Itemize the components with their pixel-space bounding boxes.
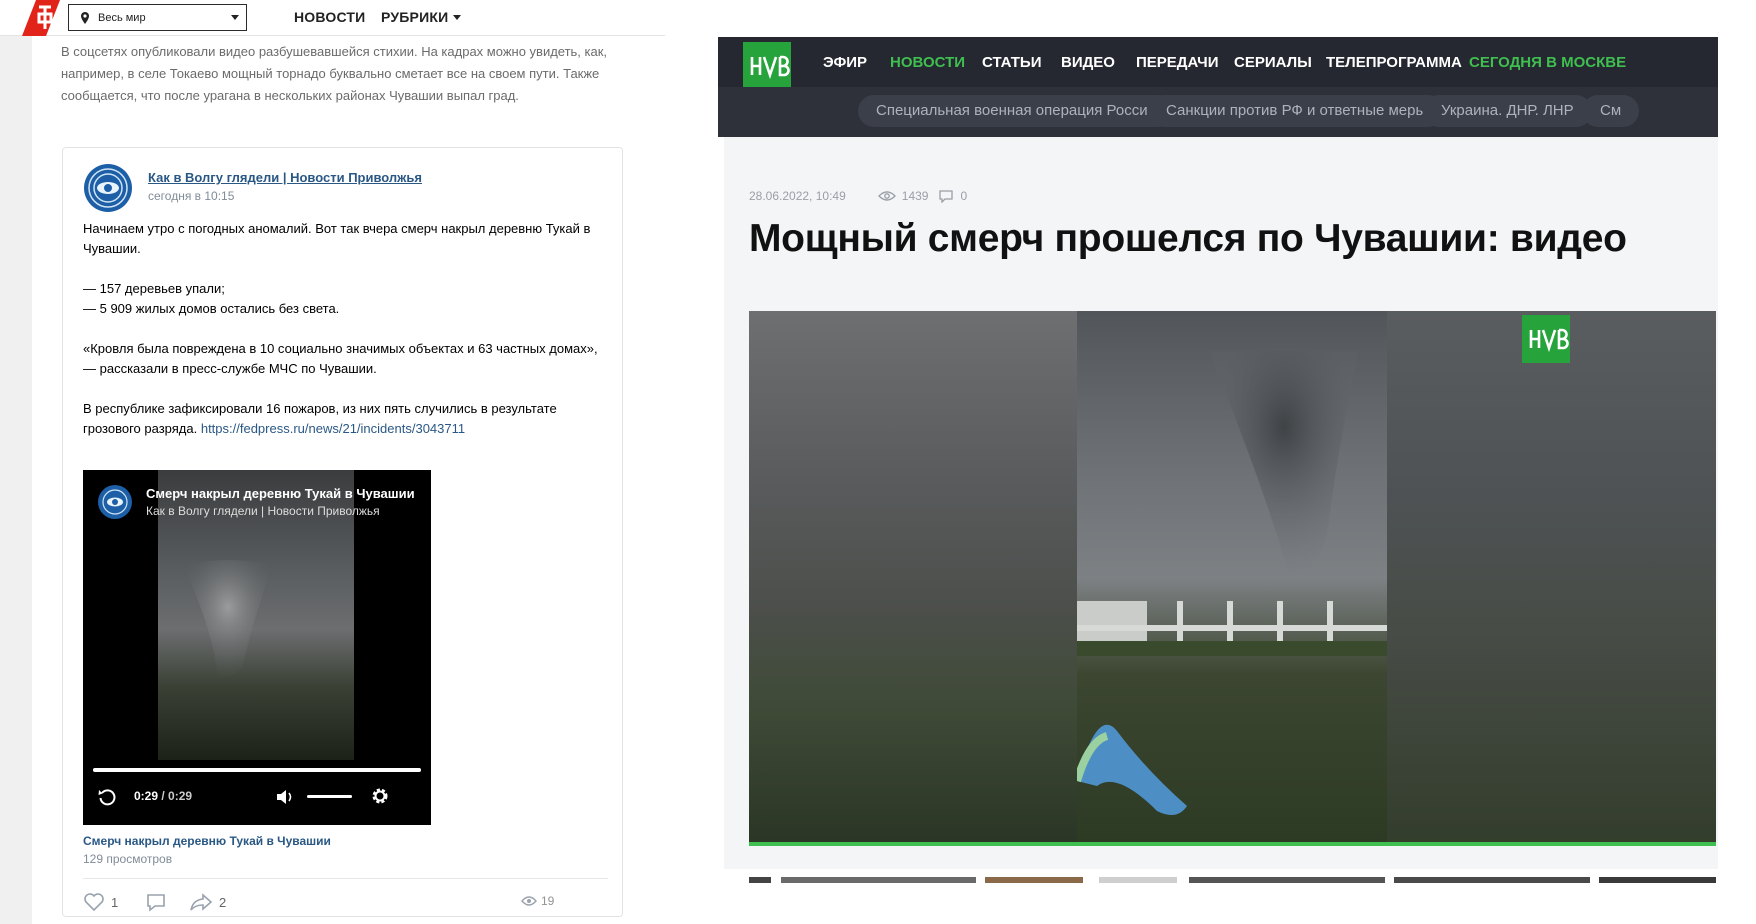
eye-icon — [521, 896, 537, 906]
article-main: 28.06.2022, 10:49 1439 0 Мощный смерч пр… — [724, 137, 1718, 883]
post-paragraph: Начинаем утро с погодных аномалий. Вот т… — [83, 221, 591, 256]
nav-articles[interactable]: СТАТЬИ — [982, 54, 1042, 71]
nav-news[interactable]: НОВОСТИ — [294, 9, 365, 25]
fedpress-page: Весь мир НОВОСТИ РУБРИКИ В соцсетях опуб… — [0, 0, 665, 924]
nav-today-in-moscow[interactable]: СЕГОДНЯ В МОСКВЕ — [1469, 54, 1626, 71]
video-player[interactable]: Смерч накрыл деревню Тукай в Чувашии Как… — [83, 470, 431, 825]
share-button[interactable]: 2 — [189, 892, 226, 912]
video-time: 0:29 / 0:29 — [134, 789, 192, 803]
video-thumbnail[interactable] — [1189, 877, 1385, 883]
post-bullet: — 5 909 жилых домов остались без света. — [83, 301, 340, 316]
article-content: В соцсетях опубликовали видео разбушевав… — [32, 36, 665, 924]
video-thumbnail[interactable] — [1599, 877, 1716, 883]
tag-pill[interactable]: См — [1582, 95, 1640, 127]
article-paragraph: В соцсетях опубликовали видео разбушевав… — [61, 44, 608, 103]
volume-slider[interactable] — [307, 795, 352, 798]
video-caption-link[interactable]: Смерч накрыл деревню Тукай в Чувашии — [83, 834, 331, 848]
region-select-value: Весь мир — [98, 11, 146, 24]
article-views: 1439 — [901, 189, 929, 203]
video-player[interactable] — [749, 311, 1716, 846]
volume-fill — [307, 795, 352, 798]
video-title[interactable]: Смерч накрыл деревню Тукай в Чувашии — [146, 486, 415, 501]
nav-efir[interactable]: ЭФИР — [823, 54, 867, 71]
article-meta: 28.06.2022, 10:49 1439 0 — [749, 189, 967, 203]
video-thumbnail[interactable] — [1099, 877, 1177, 883]
nav-series[interactable]: СЕРИАЛЫ — [1234, 54, 1312, 71]
like-count: 1 — [111, 894, 119, 910]
video-current-time: 0:29 — [134, 789, 159, 803]
channel-logo-icon — [98, 485, 132, 519]
nav-rubrics[interactable]: РУБРИКИ — [381, 9, 462, 25]
replay-icon[interactable] — [96, 786, 118, 808]
comment-icon[interactable] — [938, 189, 954, 203]
video-blur-left — [749, 311, 1077, 846]
ntv-logo[interactable] — [743, 42, 791, 90]
video-progress-bar[interactable] — [749, 842, 1716, 846]
fedpress-logo[interactable] — [22, 0, 60, 36]
avatar[interactable] — [83, 163, 133, 213]
article-date: 28.06.2022, 10:49 — [749, 189, 846, 203]
post-text: Начинаем утро с погодных аномалий. Вот т… — [83, 219, 608, 439]
like-button[interactable]: 1 — [83, 892, 118, 912]
nav-rubrics-label: РУБРИКИ — [381, 9, 449, 25]
tornado-image — [183, 560, 273, 679]
location-pin-icon — [81, 11, 89, 24]
video-channel[interactable]: Как в Волгу глядели | Новости Приволжья — [146, 504, 380, 518]
gear-icon[interactable] — [370, 786, 390, 806]
slide-image — [1077, 724, 1187, 815]
chevron-down-icon — [231, 15, 239, 20]
tag-pill[interactable]: Санкции против РФ и ответные меры — [1148, 95, 1445, 127]
fence-image — [1077, 601, 1387, 656]
nav-shows[interactable]: ПЕРЕДАЧИ — [1136, 54, 1219, 71]
video-view-count: 129 просмотров — [83, 852, 173, 866]
video-progress-fill — [93, 768, 421, 772]
share-count: 2 — [219, 894, 227, 910]
video-thumbnail-strip — [749, 877, 1716, 883]
nav-tvguide[interactable]: ТЕЛЕПРОГРАММА — [1326, 54, 1462, 71]
nav-video[interactable]: ВИДЕО — [1061, 54, 1115, 71]
nav-news[interactable]: НОВОСТИ — [890, 54, 965, 71]
ntv-header: ЭФИР НОВОСТИ СТАТЬИ ВИДЕО ПЕРЕДАЧИ СЕРИА… — [718, 37, 1718, 137]
tornado-image — [1209, 351, 1359, 577]
fedpress-top-bar: Весь мир НОВОСТИ РУБРИКИ — [0, 0, 665, 36]
post-view-count: 19 — [541, 894, 555, 908]
tag-pill[interactable]: Украина. ДНР. ЛНР — [1423, 95, 1592, 127]
ntv-watermark-logo — [1522, 315, 1570, 363]
heart-icon — [84, 893, 104, 912]
post-author-link[interactable]: Как в Волгу глядели | Новости Приволжья — [148, 170, 422, 185]
divider — [83, 878, 608, 879]
video-blur-right — [1387, 311, 1716, 846]
video-thumbnail[interactable] — [985, 877, 1083, 883]
post-paragraph: «Кровля была повреждена в 10 социально з… — [83, 341, 598, 376]
article-comments: 0 — [960, 189, 968, 203]
post-bullet: — 157 деревьев упали; — [83, 281, 225, 296]
video-thumbnail[interactable] — [749, 877, 771, 883]
vk-post-embed: Как в Волгу глядели | Новости Приволжья … — [62, 147, 623, 917]
article-title: Мощный смерч прошелся по Чувашии: видео — [749, 217, 1627, 260]
region-select[interactable]: Весь мир — [68, 4, 247, 31]
video-duration: / 0:29 — [161, 789, 193, 803]
video-progress-bar[interactable] — [93, 768, 421, 772]
eye-icon — [877, 191, 896, 201]
ntv-page: ЭФИР НОВОСТИ СТАТЬИ ВИДЕО ПЕРЕДАЧИ СЕРИА… — [718, 37, 1718, 883]
post-timestamp[interactable]: сегодня в 10:15 — [148, 189, 234, 203]
tag-pill[interactable]: Специальная военная операция России — [858, 95, 1174, 127]
comment-icon[interactable] — [145, 892, 167, 912]
volume-icon[interactable] — [275, 788, 295, 806]
share-icon — [190, 893, 213, 911]
video-thumbnail[interactable] — [781, 877, 976, 883]
post-view-counter: 19 — [521, 894, 554, 908]
video-thumbnail[interactable] — [1394, 877, 1590, 883]
post-paragraph: В республике зафиксировали 16 пожаров, и… — [83, 399, 608, 439]
screenshot-collage: Весь мир НОВОСТИ РУБРИКИ В соцсетях опуб… — [0, 0, 1756, 924]
chevron-down-icon — [453, 15, 462, 20]
post-link[interactable]: https://fedpress.ru/news/21/incidents/30… — [201, 421, 465, 436]
